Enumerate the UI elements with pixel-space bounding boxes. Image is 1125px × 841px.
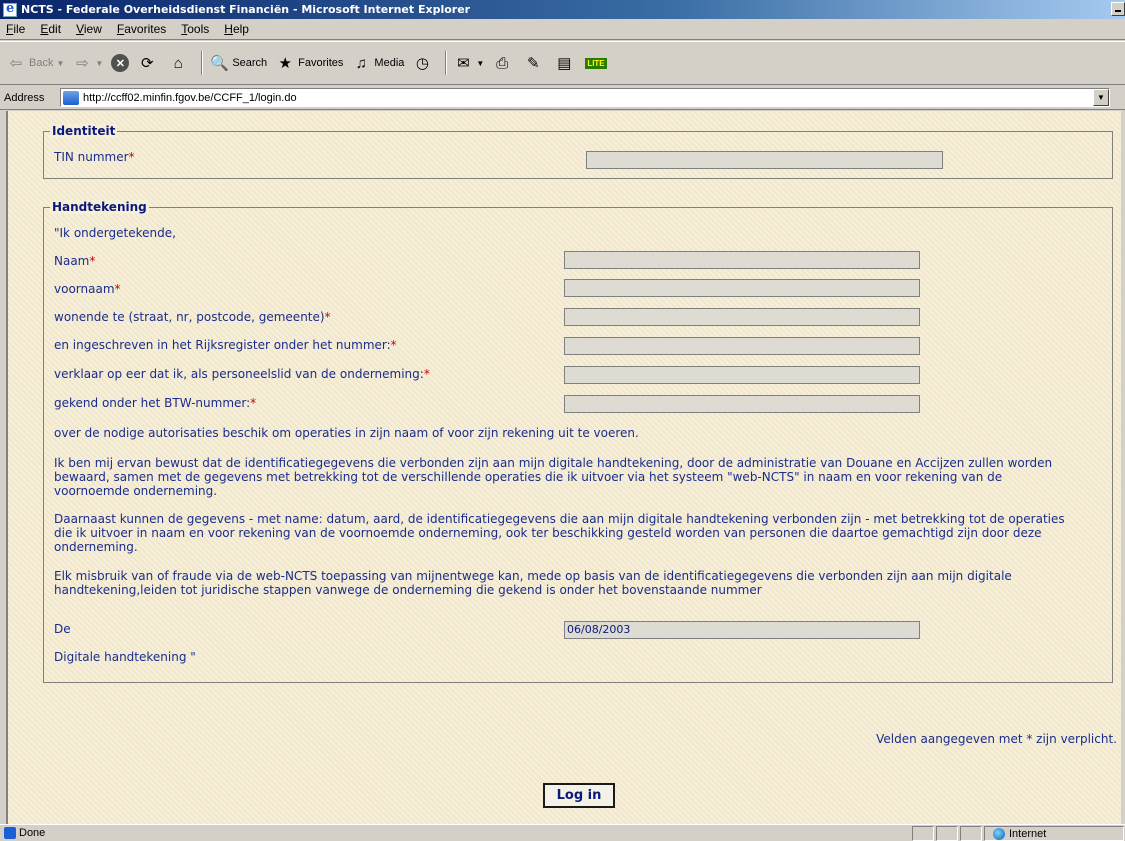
history-icon: ◷ [415,55,429,72]
media-button[interactable]: ♫ Media [351,53,405,73]
naam-label: Naam* [54,254,96,268]
handtekening-fieldset: Handtekening "Ik ondergetekende, Naam* v… [43,200,1113,683]
forward-arrow-icon: ⇨ [76,55,89,72]
back-arrow-icon: ⇦ [9,55,23,72]
minimize-button[interactable] [1111,2,1125,16]
required-fields-note: Velden aangegeven met * zijn verplicht. [876,732,1117,746]
identiteit-legend: Identiteit [50,124,118,138]
back-dropdown-icon[interactable]: ▼ [56,59,64,68]
search-label: Search [232,57,268,69]
misbruik-paragraph: Elk misbruik van of fraude via de web-NC… [54,569,1012,597]
internet-explorer-icon [3,1,17,17]
btw-input[interactable] [564,395,920,413]
menu-edit[interactable]: Edit [34,22,70,36]
lite-icon: LITE [585,57,607,69]
identiteit-fieldset: Identiteit TIN nummer* [43,124,1113,179]
status-cell [912,826,934,841]
intro-text: "Ik ondergetekende, [54,226,176,240]
onderneming-label: verklaar op eer dat ik, als personeelsli… [54,367,430,381]
security-zone: Internet [984,826,1124,841]
forward-button[interactable]: ⇨ ▼ [72,53,103,73]
rijksregister-label: en ingeschreven in het Rijksregister ond… [54,338,397,352]
print-icon: ⎙ [496,54,509,72]
menu-tools[interactable]: Tools [175,22,218,36]
history-button[interactable]: ◷ [412,53,435,73]
address-bar: Address http://ccff02.minfin.fgov.be/CCF… [0,86,1125,110]
favorites-star-icon: ★ [278,55,292,72]
print-button[interactable]: ⎙ [492,53,515,73]
favorites-button[interactable]: ★ Favorites [275,53,343,73]
status-text: Done [19,827,46,839]
window-titlebar: NCTS - Federale Overheidsdienst Financië… [0,0,1125,19]
menu-bar: File Edit View Favorites Tools Help [0,19,1125,40]
page-content: Identiteit TIN nummer* Handtekening "Ik … [6,111,1121,824]
login-button[interactable]: Log in [543,783,615,808]
status-cell [960,826,982,841]
rijksregister-input[interactable] [564,337,920,355]
toolbar-separator [445,51,448,75]
wonende-input[interactable] [564,308,920,326]
address-dropdown-icon[interactable]: ▼ [1093,89,1109,106]
stop-icon: ✕ [111,54,130,72]
menu-file[interactable]: File [0,22,34,36]
address-label: Address [4,91,45,104]
handtekening-legend: Handtekening [50,200,149,214]
bewaring-paragraph: Ik ben mij ervan bewust dat de identific… [54,456,1053,498]
media-label: Media [374,57,405,69]
window-title: NCTS - Federale Overheidsdienst Financië… [21,3,471,16]
mail-dropdown-icon[interactable]: ▼ [476,59,484,68]
refresh-icon: ⟳ [141,55,154,72]
edit-icon: ✎ [527,55,540,72]
date-label: De [54,622,71,636]
date-input[interactable]: 06/08/2003 [564,621,920,639]
mail-button[interactable]: ✉ ▼ [453,53,484,73]
signature-label: Digitale handtekening " [54,650,196,664]
naam-input[interactable] [564,251,920,269]
search-button[interactable]: 🔍 Search [209,53,267,73]
search-icon: 🔍 [209,55,229,72]
gegevens-paragraph: Daarnaast kunnen de gegevens - met name:… [54,512,1065,554]
edit-button[interactable]: ✎ [523,53,546,73]
home-button[interactable]: ⌂ [168,53,191,73]
menu-view[interactable]: View [70,22,111,36]
address-input[interactable]: http://ccff02.minfin.fgov.be/CCFF_1/logi… [60,88,1110,107]
forward-dropdown-icon[interactable]: ▼ [95,59,103,68]
voornaam-input[interactable] [564,279,920,297]
back-button[interactable]: ⇦ Back ▼ [6,53,65,73]
voornaam-label: voornaam* [54,282,121,296]
internet-globe-icon [993,827,1005,840]
address-label-field: wonende te (straat, nr, postcode, gemeen… [54,310,331,324]
toolbar-separator [201,51,204,75]
home-icon: ⌂ [173,54,183,72]
lite-button[interactable]: LITE [585,57,607,69]
address-url: http://ccff02.minfin.fgov.be/CCFF_1/logi… [83,91,297,104]
menu-favorites[interactable]: Favorites [111,22,175,36]
refresh-button[interactable]: ⟳ [137,53,160,73]
mail-icon: ✉ [457,55,470,72]
zone-label: Internet [1009,827,1047,840]
favorites-label: Favorites [298,57,344,69]
autorisatie-paragraph: over de nodige autorisaties beschik om o… [54,426,639,440]
status-cell [936,826,958,841]
status-bar: Done Internet [0,824,1125,841]
menu-help[interactable]: Help [218,22,258,36]
browser-toolbar: ⇦ Back ▼ ⇨ ▼ ✕ ⟳ ⌂ 🔍 Search ★ Favorites … [0,41,1125,85]
discuss-icon: ▤ [557,55,572,72]
back-label: Back [29,57,54,69]
tin-input[interactable] [586,151,943,169]
media-icon: ♫ [355,54,368,72]
onderneming-input[interactable] [564,366,920,384]
tin-label: TIN nummer* [54,150,135,164]
page-icon [63,90,79,105]
btw-label: gekend onder het BTW-nummer:* [54,396,257,410]
page-done-icon [4,827,16,839]
stop-button[interactable]: ✕ [111,54,130,72]
discuss-button[interactable]: ▤ [554,53,577,73]
